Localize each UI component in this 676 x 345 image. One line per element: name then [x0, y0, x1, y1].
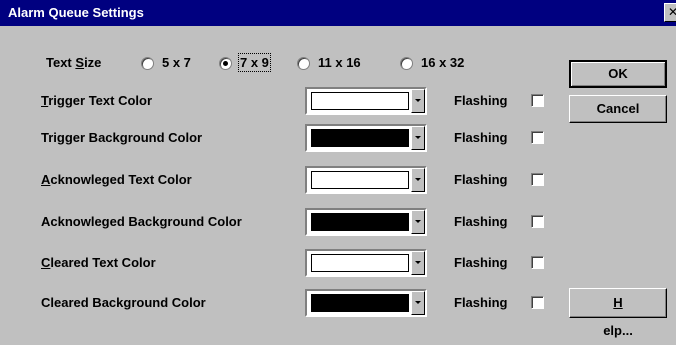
flashing-label: Flashing: [454, 255, 508, 270]
title-bar: Alarm Queue Settings ✕: [0, 0, 676, 26]
radio-16x32[interactable]: [400, 57, 413, 70]
color-dropdown[interactable]: [305, 166, 427, 194]
dropdown-arrow-icon[interactable]: [411, 168, 425, 192]
color-swatch: [311, 254, 409, 272]
radio-5x7[interactable]: [141, 57, 154, 70]
row-label: Cleared Text Color: [41, 255, 156, 270]
radio-7x9-label: 7 x 9: [238, 53, 271, 72]
color-dropdown[interactable]: [305, 208, 427, 236]
row-label: Trigger Background Color: [41, 130, 203, 145]
color-dropdown[interactable]: [305, 289, 427, 317]
color-swatch: [311, 92, 409, 110]
close-button[interactable]: ✕: [664, 3, 676, 22]
window-title: Alarm Queue Settings: [8, 5, 144, 20]
color-swatch: [311, 294, 409, 312]
flashing-checkbox[interactable]: [531, 296, 544, 309]
radio-11x16[interactable]: [297, 57, 310, 70]
text-size-label: Text Size: [46, 55, 102, 70]
ok-button[interactable]: OK: [569, 60, 667, 88]
color-dropdown[interactable]: [305, 87, 427, 115]
flashing-checkbox[interactable]: [531, 215, 544, 228]
radio-5x7-label: 5 x 7: [162, 55, 191, 70]
color-swatch: [311, 171, 409, 189]
flashing-label: Flashing: [454, 93, 508, 108]
row-label: Trigger Text Color: [41, 93, 153, 108]
flashing-label: Flashing: [454, 295, 508, 310]
dropdown-arrow-icon[interactable]: [411, 89, 425, 113]
radio-7x9[interactable]: [219, 57, 232, 70]
cancel-button[interactable]: Cancel: [569, 95, 667, 123]
flashing-checkbox[interactable]: [531, 173, 544, 186]
flashing-label: Flashing: [454, 172, 508, 187]
flashing-label: Flashing: [454, 214, 508, 229]
radio-16x32-label: 16 x 32: [421, 55, 465, 70]
row-label: Acknowleged Text Color: [41, 172, 192, 187]
dropdown-arrow-icon[interactable]: [411, 126, 425, 150]
dropdown-arrow-icon[interactable]: [411, 291, 425, 315]
flashing-checkbox[interactable]: [531, 256, 544, 269]
flashing-checkbox[interactable]: [531, 94, 544, 107]
row-label: Acknowleged Background Color: [41, 214, 242, 229]
flashing-label: Flashing: [454, 130, 508, 145]
radio-11x16-label: 11 x 16: [318, 55, 361, 70]
color-swatch: [311, 129, 409, 147]
radio-selected-dot: [223, 61, 228, 66]
color-dropdown[interactable]: [305, 249, 427, 277]
flashing-checkbox[interactable]: [531, 131, 544, 144]
color-swatch: [311, 213, 409, 231]
row-label: Cleared Background Color: [41, 295, 206, 310]
help-button[interactable]: Help...: [569, 288, 667, 338]
color-dropdown[interactable]: [305, 124, 427, 152]
close-icon: ✕: [668, 5, 676, 19]
dropdown-arrow-icon[interactable]: [411, 251, 425, 275]
dropdown-arrow-icon[interactable]: [411, 210, 425, 234]
